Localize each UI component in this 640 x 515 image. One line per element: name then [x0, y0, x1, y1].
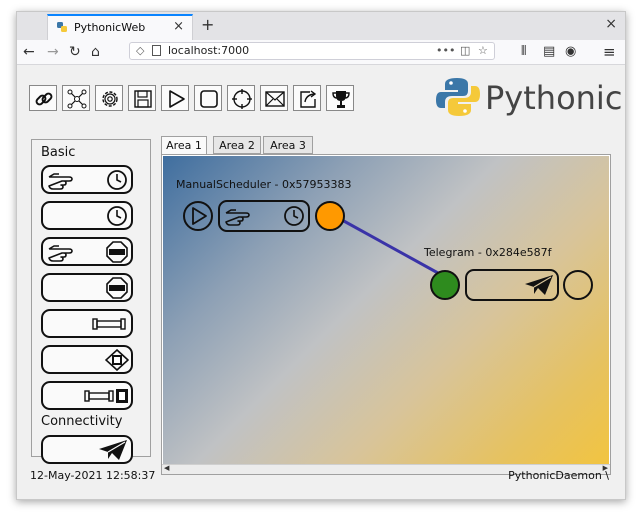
python-favicon-icon [57, 22, 67, 32]
library-icon[interactable]: ⫴ [521, 43, 526, 61]
status-datetime: 12-May-2021 12:58:37 [30, 469, 156, 482]
telegram-element-label: Telegram - 0x284e587f [424, 246, 552, 259]
pipe-chip-icon [84, 389, 128, 403]
play-tool-button[interactable] [161, 85, 189, 111]
window-close-button[interactable]: × [605, 16, 617, 32]
status-daemon: PythonicDaemon \ [508, 469, 609, 482]
export-tool-button[interactable] [293, 85, 321, 111]
telegram-element-body[interactable] [465, 269, 559, 301]
telegram-output-socket[interactable] [563, 270, 593, 300]
hand-pointer-icon [225, 209, 250, 226]
stop-sign-icon [106, 277, 128, 299]
pipe-icon [92, 318, 126, 330]
page-icon [152, 45, 161, 56]
stop-icon [200, 90, 218, 108]
menu-icon[interactable]: ≡ [603, 43, 616, 61]
pythonic-app: Pythonic Basic Connectivity Area 1 Area … [17, 65, 625, 499]
tab-area-1[interactable]: Area 1 [161, 136, 207, 155]
element-scheduler[interactable] [41, 201, 133, 230]
network-tool-button[interactable] [62, 85, 90, 111]
paper-plane-icon [525, 275, 553, 295]
element-pipe-processor[interactable] [41, 381, 133, 410]
chip-icon [105, 349, 129, 371]
trophy-tool-button[interactable] [326, 85, 354, 111]
scheduler-start-button[interactable] [183, 201, 213, 231]
hand-pointer-icon [48, 245, 73, 262]
paper-plane-icon [99, 440, 127, 460]
forward-button[interactable]: → [47, 43, 59, 61]
workspace-canvas[interactable]: ManualScheduler - 0x57953383 Telegram - … [161, 154, 611, 475]
close-tab-icon[interactable]: × [173, 19, 184, 34]
url-text[interactable]: localhost:7000 [168, 44, 249, 57]
export-icon [300, 90, 317, 108]
scroll-left-icon[interactable]: ◀ [164, 464, 169, 472]
shield-icon: ◇ [136, 44, 145, 57]
link-tool-button[interactable] [29, 85, 57, 111]
browser-tab-title: PythonicWeb [74, 21, 146, 34]
clock-icon [284, 206, 304, 226]
play-icon [192, 207, 207, 225]
home-button[interactable]: ⌂ [91, 43, 100, 61]
browser-tabstrip: PythonicWeb × + × [17, 12, 625, 40]
reload-button[interactable]: ↻ [69, 43, 81, 61]
scheduler-element-body[interactable] [218, 200, 310, 232]
save-tool-button[interactable] [128, 85, 156, 111]
target-icon [232, 89, 252, 109]
new-tab-button[interactable]: + [201, 15, 214, 34]
element-generic-pipe[interactable] [41, 309, 133, 338]
trophy-icon [332, 91, 350, 108]
scheduler-output-socket[interactable] [315, 201, 345, 231]
browser-tab[interactable]: PythonicWeb × [47, 14, 193, 40]
back-button[interactable]: ← [23, 43, 35, 61]
tab-area-3[interactable]: Area 3 [263, 136, 313, 154]
settings-tool-button[interactable] [95, 85, 123, 111]
scheduler-element-label: ManualScheduler - 0x57953383 [176, 178, 352, 191]
play-icon [169, 90, 185, 108]
link-icon [35, 92, 53, 106]
clock-icon [107, 170, 127, 190]
mail-tool-button[interactable] [260, 85, 288, 111]
tab-area-2[interactable]: Area 2 [213, 136, 261, 154]
network-icon [67, 89, 87, 109]
section-basic-title: Basic [41, 145, 76, 160]
element-telegram[interactable] [41, 435, 133, 464]
logo-text: Pythonic [485, 79, 623, 117]
save-icon [134, 90, 152, 108]
target-tool-button[interactable] [227, 85, 255, 111]
section-connectivity-title: Connectivity [41, 414, 123, 429]
url-bar[interactable]: ◇ localhost:7000 ••• ◫ ☆ [129, 42, 495, 60]
sidebar-icon[interactable]: ▤ [543, 43, 555, 61]
page-actions-icon[interactable]: ••• [436, 44, 455, 57]
account-icon[interactable]: ◉ [565, 43, 576, 61]
stop-tool-button[interactable] [194, 85, 222, 111]
clock-icon [107, 206, 127, 226]
gear-icon [102, 91, 118, 107]
hand-pointer-icon [48, 173, 73, 190]
element-manual-scheduler[interactable] [41, 165, 133, 194]
python-logo-icon [436, 78, 480, 116]
pocket-icon[interactable]: ◫ [460, 44, 470, 57]
browser-navbar: ← → ↻ ⌂ ◇ localhost:7000 ••• ◫ ☆ ⫴ ▤ ◉ ≡ [17, 40, 625, 65]
element-processor[interactable] [41, 345, 133, 374]
element-panel: Basic Connectivity [31, 139, 151, 464]
bookmark-star-icon[interactable]: ☆ [478, 44, 488, 57]
element-manual-stop[interactable] [41, 237, 133, 266]
stop-sign-icon [106, 241, 128, 263]
browser-window: PythonicWeb × + × ← → ↻ ⌂ ◇ localhost:70… [16, 11, 626, 500]
mail-icon [265, 91, 285, 107]
element-stop[interactable] [41, 273, 133, 302]
telegram-input-socket[interactable] [430, 270, 460, 300]
